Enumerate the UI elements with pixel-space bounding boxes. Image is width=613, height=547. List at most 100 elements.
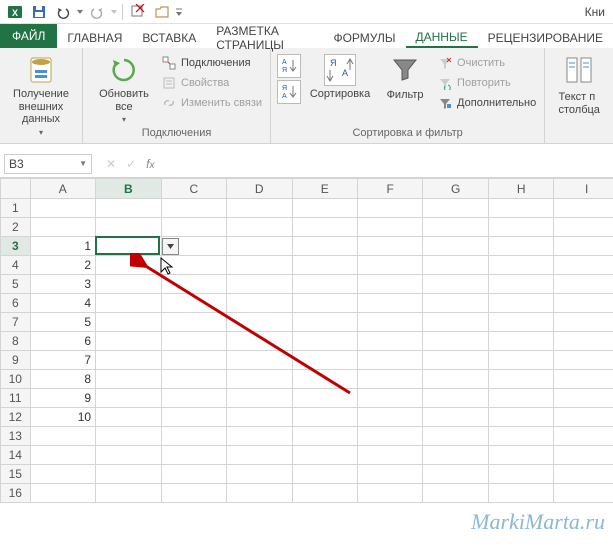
cell[interactable]: 3 (30, 275, 95, 294)
cell[interactable] (227, 370, 292, 389)
cell[interactable] (488, 427, 553, 446)
cell[interactable] (423, 351, 488, 370)
cell[interactable] (423, 484, 488, 503)
cell[interactable] (292, 484, 357, 503)
row-header[interactable]: 16 (1, 484, 31, 503)
cell[interactable]: 1 (30, 237, 95, 256)
cell[interactable] (227, 313, 292, 332)
cell[interactable] (554, 484, 613, 503)
refresh-all-button[interactable]: Обновить все ▾ (89, 52, 159, 124)
cell[interactable] (357, 237, 422, 256)
column-header[interactable]: G (423, 179, 488, 199)
cell[interactable] (488, 465, 553, 484)
row-header[interactable]: 13 (1, 427, 31, 446)
cell[interactable] (161, 465, 226, 484)
cell[interactable] (292, 294, 357, 313)
cell[interactable] (554, 237, 613, 256)
column-header[interactable]: D (227, 179, 292, 199)
row-header[interactable]: 15 (1, 465, 31, 484)
cell[interactable] (357, 294, 422, 313)
cell[interactable] (161, 275, 226, 294)
cell[interactable] (357, 199, 422, 218)
cell[interactable] (554, 332, 613, 351)
reapply-button[interactable]: Повторить (435, 74, 538, 92)
cell[interactable] (488, 218, 553, 237)
qat-customize-icon[interactable] (175, 8, 183, 16)
column-header[interactable]: B (96, 179, 161, 199)
row-header[interactable]: 7 (1, 313, 31, 332)
cell[interactable] (488, 370, 553, 389)
row-header[interactable]: 14 (1, 446, 31, 465)
cell[interactable] (96, 294, 161, 313)
cell[interactable] (96, 275, 161, 294)
cell[interactable] (292, 332, 357, 351)
tab-data[interactable]: ДАННЫЕ (406, 24, 478, 48)
cell[interactable] (227, 275, 292, 294)
cell[interactable] (227, 218, 292, 237)
select-all-corner[interactable] (1, 179, 31, 199)
cell[interactable] (488, 313, 553, 332)
cell[interactable] (357, 389, 422, 408)
cell[interactable] (554, 275, 613, 294)
cell[interactable] (357, 484, 422, 503)
cell[interactable] (488, 332, 553, 351)
row-header[interactable]: 8 (1, 332, 31, 351)
tab-home[interactable]: ГЛАВНАЯ (57, 24, 132, 48)
cell[interactable] (30, 446, 95, 465)
cell[interactable] (554, 294, 613, 313)
cell[interactable] (423, 389, 488, 408)
cell[interactable] (96, 389, 161, 408)
cell[interactable] (357, 446, 422, 465)
cancel-formula-icon[interactable]: ✕ (106, 157, 116, 171)
row-header[interactable]: 12 (1, 408, 31, 427)
tab-insert[interactable]: ВСТАВКА (132, 24, 206, 48)
cell[interactable] (488, 446, 553, 465)
undo-icon[interactable] (52, 2, 74, 22)
cell[interactable] (161, 484, 226, 503)
cell[interactable] (488, 351, 553, 370)
cell[interactable]: 8 (30, 370, 95, 389)
cell[interactable] (554, 313, 613, 332)
cell[interactable] (161, 199, 226, 218)
name-box[interactable]: B3 ▼ (4, 154, 92, 174)
cell[interactable] (30, 465, 95, 484)
sort-button[interactable]: ЯA Сортировка (305, 52, 375, 100)
cell[interactable] (554, 446, 613, 465)
cell[interactable] (30, 218, 95, 237)
get-external-data-button[interactable]: Получение внешних данных ▾ (6, 52, 76, 137)
cell[interactable] (292, 446, 357, 465)
cell[interactable] (554, 256, 613, 275)
cell[interactable] (488, 275, 553, 294)
cell[interactable] (96, 351, 161, 370)
cell[interactable] (554, 199, 613, 218)
row-header[interactable]: 2 (1, 218, 31, 237)
tab-review[interactable]: РЕЦЕНЗИРОВАНИЕ (478, 24, 613, 48)
cell[interactable] (423, 370, 488, 389)
touch-mode-icon[interactable] (127, 2, 149, 22)
excel-app-icon[interactable]: X (4, 2, 26, 22)
row-header[interactable]: 5 (1, 275, 31, 294)
cell[interactable] (423, 199, 488, 218)
cell[interactable]: 4 (30, 294, 95, 313)
clear-filter-button[interactable]: Очистить (435, 54, 538, 72)
cell[interactable] (96, 408, 161, 427)
cell[interactable] (554, 370, 613, 389)
cell[interactable] (423, 332, 488, 351)
cell[interactable] (357, 351, 422, 370)
data-validation-dropdown-button[interactable] (162, 238, 179, 255)
column-header[interactable]: H (488, 179, 553, 199)
cell[interactable] (292, 370, 357, 389)
cell[interactable] (357, 370, 422, 389)
cell[interactable] (30, 427, 95, 446)
cell[interactable] (292, 408, 357, 427)
name-box-chevron-icon[interactable]: ▼ (79, 159, 87, 168)
cell[interactable]: 9 (30, 389, 95, 408)
edit-links-button[interactable]: Изменить связи (159, 94, 264, 112)
cell[interactable] (357, 275, 422, 294)
column-header[interactable]: C (161, 179, 226, 199)
cell[interactable] (161, 446, 226, 465)
cell[interactable] (554, 351, 613, 370)
cell[interactable] (488, 408, 553, 427)
redo-icon[interactable] (86, 2, 108, 22)
cell[interactable] (423, 408, 488, 427)
